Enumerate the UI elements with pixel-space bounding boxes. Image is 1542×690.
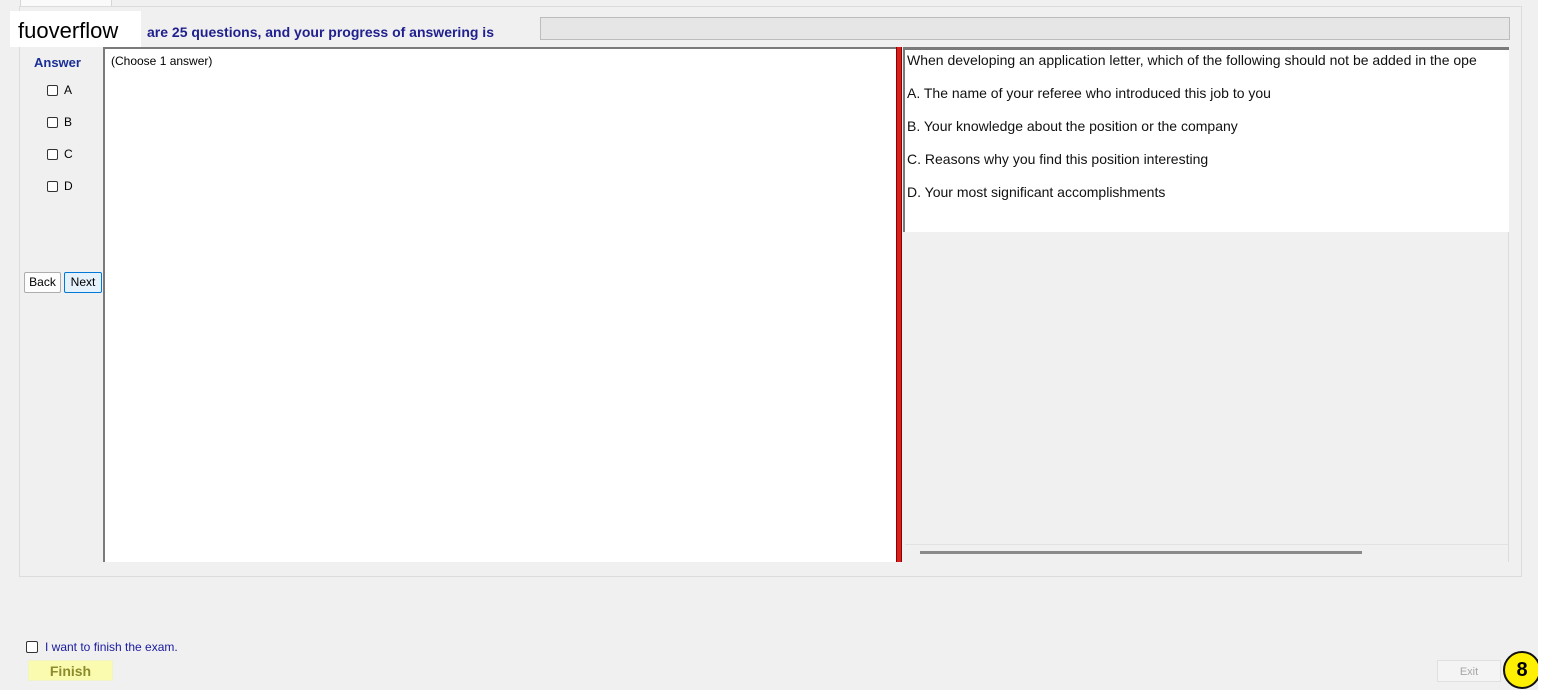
option-a-label: A <box>64 83 73 97</box>
answer-panel[interactable] <box>103 47 897 562</box>
window-edge <box>1538 0 1542 690</box>
question-choice-a: A. The name of your referee who introduc… <box>907 85 1271 101</box>
question-choice-c: C. Reasons why you find this position in… <box>907 151 1209 167</box>
option-a[interactable]: A <box>47 82 72 98</box>
watermark-logo: fuoverflow <box>10 11 141 47</box>
progress-bar <box>540 17 1510 40</box>
finish-exam-label: I want to finish the exam. <box>45 640 178 654</box>
question-text: When developing an application letter, w… <box>907 52 1477 68</box>
question-choice-d: D. Your most significant accomplishments <box>907 184 1166 200</box>
answer-title: Answer <box>34 55 81 70</box>
question-box <box>903 47 1509 232</box>
progress-text: are 25 questions, and your progress of a… <box>147 24 494 40</box>
next-button[interactable]: Next <box>64 272 102 293</box>
number-badge: 8 <box>1503 651 1541 689</box>
option-d-checkbox[interactable] <box>47 180 58 192</box>
option-b-checkbox[interactable] <box>47 116 58 128</box>
option-c-label: C <box>64 147 73 161</box>
option-c[interactable]: C <box>47 146 73 162</box>
finish-button[interactable]: Finish <box>28 660 113 681</box>
horizontal-scrollbar-thumb[interactable] <box>920 551 1362 554</box>
option-a-checkbox[interactable] <box>47 84 58 96</box>
choose-hint: (Choose 1 answer) <box>111 54 213 68</box>
option-d-label: D <box>64 179 73 193</box>
option-d[interactable]: D <box>47 178 73 194</box>
exit-button[interactable]: Exit <box>1437 660 1501 682</box>
finish-exam-checkbox[interactable] <box>26 641 38 653</box>
option-b-label: B <box>64 115 73 129</box>
finish-exam-check[interactable]: I want to finish the exam. <box>26 640 178 654</box>
back-button[interactable]: Back <box>24 272 61 293</box>
option-c-checkbox[interactable] <box>47 148 58 160</box>
question-choice-b: B. Your knowledge about the position or … <box>907 118 1238 134</box>
option-b[interactable]: B <box>47 114 72 130</box>
